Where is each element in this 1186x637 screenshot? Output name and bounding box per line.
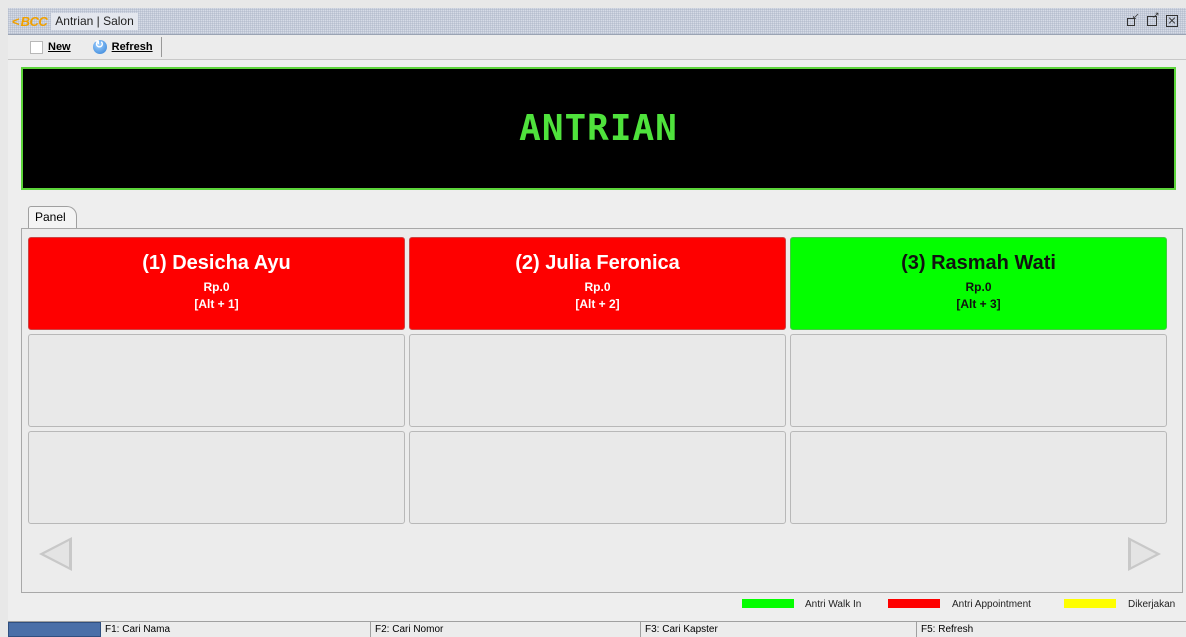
customer-name: (1) Desicha Ayu xyxy=(142,252,291,274)
customer-shortcut: [Alt + 2] xyxy=(575,297,620,311)
status-hint-f3: F3: Cari Kapster xyxy=(641,622,917,637)
status-legend: Antri Walk In Antri Appointment Dikerjak… xyxy=(8,598,1186,614)
new-button-label: New xyxy=(48,41,71,53)
queue-panel: (1) Desicha Ayu Rp.0 [Alt + 1] (2) Julia… xyxy=(21,228,1183,593)
empty-queue-slot[interactable] xyxy=(409,334,786,427)
customer-name: (2) Julia Feronica xyxy=(515,252,680,274)
previous-page-arrow-inner xyxy=(44,541,69,567)
logo-text: BCC xyxy=(20,13,48,29)
empty-queue-slot[interactable] xyxy=(28,431,405,524)
empty-queue-slot[interactable] xyxy=(790,334,1167,427)
toolbar-separator xyxy=(160,37,162,57)
status-hint-f1: F1: Cari Nama xyxy=(101,622,371,637)
toolbar: New Refresh xyxy=(8,35,1186,60)
maximize-icon[interactable] xyxy=(1146,10,1160,28)
status-bar: F1: Cari Nama F2: Cari Nomor F3: Cari Ka… xyxy=(8,621,1186,637)
new-button[interactable]: New xyxy=(26,37,75,58)
window-title: Antrian | Salon xyxy=(51,12,138,30)
customer-price: Rp.0 xyxy=(965,280,992,294)
queue-card[interactable]: (3) Rasmah Wati Rp.0 [Alt + 3] xyxy=(790,237,1167,330)
status-hint-f2: F2: Cari Nomor xyxy=(371,622,641,637)
status-hint-f5: F5: Refresh xyxy=(921,624,974,635)
customer-shortcut: [Alt + 1] xyxy=(194,297,239,311)
minimize-icon[interactable] xyxy=(1126,11,1140,28)
legend-swatch-appointment xyxy=(888,599,940,608)
legend-swatch-walk-in xyxy=(742,599,794,608)
logo-arrow: < xyxy=(12,13,20,29)
queue-card[interactable]: (2) Julia Feronica Rp.0 [Alt + 2] xyxy=(409,237,786,330)
queue-grid: (1) Desicha Ayu Rp.0 [Alt + 1] (2) Julia… xyxy=(28,237,1167,524)
empty-queue-slot[interactable] xyxy=(790,431,1167,524)
refresh-button[interactable]: Refresh xyxy=(89,37,157,58)
customer-name: (3) Rasmah Wati xyxy=(901,252,1056,274)
refresh-icon xyxy=(92,38,107,54)
app-logo: < BCC xyxy=(8,13,48,29)
legend-label-walk-in: Antri Walk In xyxy=(805,599,862,610)
refresh-button-label: Refresh xyxy=(111,41,153,53)
empty-queue-slot[interactable] xyxy=(28,334,405,427)
window-controls xyxy=(1126,10,1186,28)
main-content: ANTRIAN Panel (1) Desicha Ayu Rp.0 [Alt … xyxy=(8,60,1186,621)
queue-banner: ANTRIAN xyxy=(21,67,1176,190)
close-icon[interactable] xyxy=(1166,15,1178,27)
window-titlebar[interactable]: < BCC Antrian | Salon xyxy=(8,8,1186,35)
banner-title: ANTRIAN xyxy=(519,108,678,149)
status-indicator xyxy=(8,622,101,637)
customer-shortcut: [Alt + 3] xyxy=(956,297,1001,311)
legend-label-in-progress: Dikerjakan xyxy=(1128,599,1176,610)
empty-queue-slot[interactable] xyxy=(409,431,786,524)
legend-label-appointment: Antri Appointment xyxy=(952,599,1031,610)
customer-price: Rp.0 xyxy=(584,280,611,294)
new-document-icon xyxy=(30,40,43,54)
tab-panel[interactable]: Panel xyxy=(28,206,77,228)
next-page-arrow-inner xyxy=(1131,541,1156,567)
legend-swatch-in-progress xyxy=(1064,599,1116,608)
queue-card[interactable]: (1) Desicha Ayu Rp.0 [Alt + 1] xyxy=(28,237,405,330)
customer-price: Rp.0 xyxy=(203,280,230,294)
